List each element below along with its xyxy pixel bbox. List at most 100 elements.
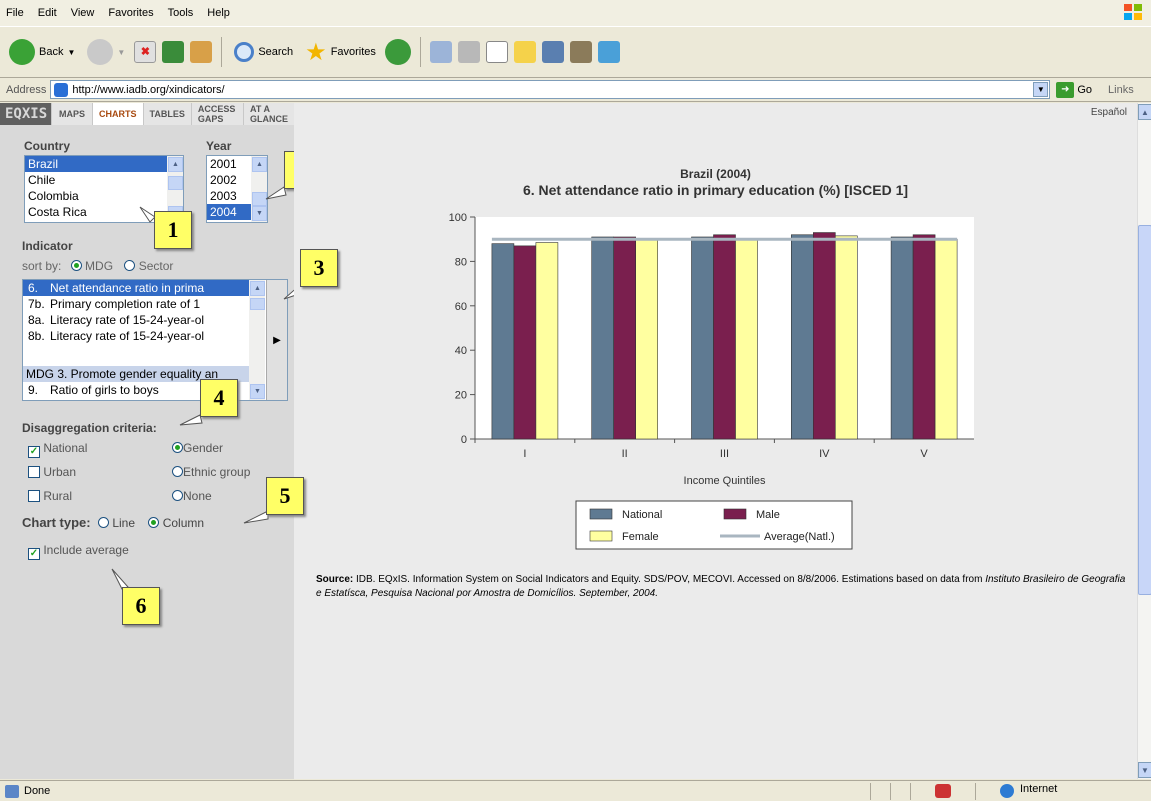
menu-bar: File Edit View Favorites Tools Help [0,0,1151,26]
edit-icon[interactable] [485,41,508,63]
list-item[interactable]: Brazil [25,156,183,172]
rural-checkbox[interactable] [28,490,40,502]
chevron-down-icon[interactable]: ▼ [1033,82,1049,97]
expand-arrow-icon[interactable]: ▶ [266,280,287,400]
urban-option[interactable]: Urban [28,465,76,479]
sort-sector-radio[interactable] [124,260,136,271]
national-checkbox[interactable]: ✓ [28,446,40,458]
list-item[interactable]: Chile [25,172,183,188]
rural-option[interactable]: Rural [28,489,72,503]
menu-favorites[interactable]: Favorites [108,5,153,21]
chevron-down-icon[interactable]: ▼ [250,384,265,399]
globe-icon [1000,784,1014,798]
column-radio[interactable] [148,517,160,528]
urban-checkbox[interactable] [28,466,40,478]
menu-view[interactable]: View [71,5,95,21]
ethnic-option[interactable]: Ethnic group [172,465,250,479]
address-input[interactable]: http://www.iadb.org/xindicators/ ▼ [50,80,1051,99]
tab-access-gaps[interactable]: ACCESS GAPS [190,103,243,125]
none-radio[interactable] [172,490,183,501]
chevron-up-icon[interactable]: ▲ [168,157,183,172]
discuss-icon[interactable] [513,41,536,63]
ethnic-radio[interactable] [172,466,183,477]
search-button[interactable]: Search [231,37,296,67]
menu-edit[interactable]: Edit [38,5,57,21]
bar-male [613,236,637,440]
contacts-icon[interactable] [597,41,620,63]
list-item[interactable]: 8a. Literacy rate of 15-24-year-ol [23,312,249,328]
menu-tools[interactable]: Tools [168,5,194,21]
sort-row: sort by: MDG Sector [22,259,173,273]
history-icon[interactable] [384,39,411,65]
popup-blocked-icon[interactable] [935,784,951,798]
indicator-text: Net attendance ratio in prima [50,281,205,295]
list-item[interactable]: 6. Net attendance ratio in prima [23,280,249,296]
links-button[interactable]: Links [1108,84,1134,96]
year-list[interactable]: 2001 2002 2003 2004 ▲ ▼ [206,155,268,223]
chevron-down-icon[interactable]: ▼ [67,48,75,57]
scrollbar[interactable]: ▲ ▼ [251,156,267,222]
messenger-icon[interactable] [541,41,564,63]
national-label: National [43,441,88,455]
scrollbar[interactable]: ▲ ▼ [249,280,265,400]
security-zone: Internet [990,783,1057,798]
print-icon[interactable] [457,41,480,63]
go-button[interactable]: ➜ Go [1056,81,1092,98]
chevron-up-icon[interactable]: ▲ [1138,104,1151,120]
stop-icon[interactable]: ✖ [134,41,157,63]
tab-tables[interactable]: TABLES [142,103,191,125]
legend-label: Average(Natl.) [764,531,835,543]
status-divider [870,783,871,800]
chevron-up-icon[interactable]: ▲ [250,281,265,296]
address-label: Address [6,83,47,96]
list-item[interactable]: 7b. Primary completion rate of 1 [23,296,249,312]
chevron-up-icon[interactable]: ▲ [252,157,267,172]
page-scrollbar[interactable]: ▲ ▼ [1137,103,1151,779]
scroll-thumb[interactable] [1138,225,1151,595]
scroll-thumb[interactable] [252,192,267,206]
disaggregation-label: Disaggregation criteria: [22,421,157,435]
back-button[interactable]: Back ▼ [6,37,78,67]
indicator-label: Indicator [22,239,73,253]
chevron-down-icon[interactable]: ▼ [1138,762,1151,778]
menu-file[interactable]: File [6,5,24,21]
national-option[interactable]: ✓ National [28,441,87,458]
indicator-list[interactable]: 6. Net attendance ratio in prima 7b. Prima… [22,279,288,401]
gender-option[interactable]: Gender [172,441,223,455]
none-option[interactable]: None [172,489,212,503]
list-item[interactable]: 8b. Literacy rate of 15-24-year-ol [23,328,249,344]
status-divider [975,783,976,800]
list-item[interactable]: Colombia [25,188,183,204]
y-tick-label: 40 [455,345,467,357]
source-note: Source: IDB. EQxIS. Information System o… [316,573,1131,601]
sort-by-label: sort by: [22,259,62,273]
include-average-checkbox[interactable]: ✓ [28,548,40,560]
site-nav: EQXIS MAPS CHARTS TABLES ACCESS GAPS AT … [0,103,294,125]
research-icon[interactable] [569,41,592,63]
indicator-text: Literacy rate of 15-24-year-ol [50,313,205,327]
indicator-number: 8a. [28,313,45,327]
line-radio[interactable] [97,517,109,528]
tab-maps[interactable]: MAPS [50,103,93,125]
legend-swatch [723,508,747,520]
home-icon[interactable] [190,41,213,63]
eqxis-logo[interactable]: EQXIS [0,103,51,125]
tab-charts[interactable]: CHARTS [92,103,143,125]
language-link[interactable]: Español [1091,107,1127,118]
forward-button[interactable]: ▼ [84,37,128,67]
menu-help[interactable]: Help [207,5,230,21]
sort-mdg-radio[interactable] [70,260,82,271]
tab-at-a-glance[interactable]: AT A GLANCE [243,103,294,125]
scroll-thumb[interactable] [168,176,183,190]
gender-radio[interactable] [172,442,183,453]
ethnic-label: Ethnic group [183,465,251,479]
chevron-down-icon[interactable]: ▼ [117,48,125,57]
include-average-option[interactable]: ✓ Include average [28,543,129,560]
refresh-icon[interactable] [162,41,185,63]
status-divider [890,783,891,800]
callout-1: 1 [154,211,192,249]
chevron-down-icon[interactable]: ▼ [252,206,267,221]
scroll-thumb[interactable] [250,298,265,310]
mail-icon[interactable] [429,41,452,63]
favorites-button[interactable]: ★ Favorites [302,37,379,67]
